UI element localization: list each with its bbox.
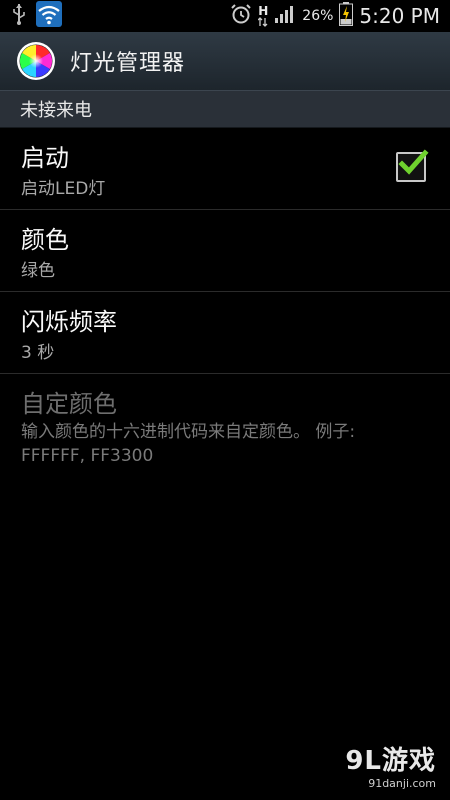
pref-custom-color: 自定颜色 输入颜色的十六进制代码来自定颜色。 例子: FFFFFF, FF330… bbox=[0, 374, 450, 484]
pref-summary: 启动LED灯 bbox=[21, 179, 106, 199]
watermark: 9L游戏 91danji.com bbox=[345, 740, 436, 790]
battery-percent: 26% bbox=[302, 8, 334, 24]
battery-charging-icon bbox=[339, 2, 354, 30]
pref-summary: 绿色 bbox=[21, 261, 55, 281]
status-bar: H 26% 5:20 PM bbox=[0, 0, 450, 32]
rgb-color-wheel-icon[interactable] bbox=[16, 41, 56, 81]
pref-title: 闪烁频率 bbox=[21, 308, 117, 336]
section-header-label: 未接来电 bbox=[20, 100, 92, 121]
pref-title: 颜色 bbox=[21, 226, 69, 254]
pref-blink-rate[interactable]: 闪烁频率 3 秒 bbox=[0, 292, 450, 374]
status-time: 5:20 PM bbox=[359, 4, 440, 28]
app-title: 灯光管理器 bbox=[70, 51, 186, 76]
watermark-logo: 9L游戏 bbox=[345, 746, 436, 776]
wifi-icon bbox=[36, 1, 62, 31]
checkmark-icon bbox=[398, 149, 429, 175]
signal-icon bbox=[274, 4, 296, 28]
data-arrows-icon bbox=[258, 17, 268, 27]
pref-color[interactable]: 颜色 绿色 bbox=[0, 210, 450, 292]
enable-checkbox[interactable] bbox=[396, 149, 429, 182]
pref-title: 自定颜色 bbox=[21, 390, 117, 418]
usb-icon bbox=[12, 3, 26, 29]
section-header: 未接来电 bbox=[0, 90, 450, 128]
action-bar: 灯光管理器 bbox=[0, 32, 450, 90]
pref-summary: 输入颜色的十六进制代码来自定颜色。 例子: FFFFFF, FF3300 bbox=[21, 422, 356, 466]
watermark-url: 91danji.com bbox=[368, 777, 436, 790]
alarm-icon bbox=[230, 3, 252, 29]
network-type-indicator: H bbox=[258, 5, 268, 27]
pref-summary: 3 秒 bbox=[21, 343, 55, 363]
pref-title: 启动 bbox=[21, 144, 69, 172]
pref-enable[interactable]: 启动 启动LED灯 bbox=[0, 128, 450, 210]
